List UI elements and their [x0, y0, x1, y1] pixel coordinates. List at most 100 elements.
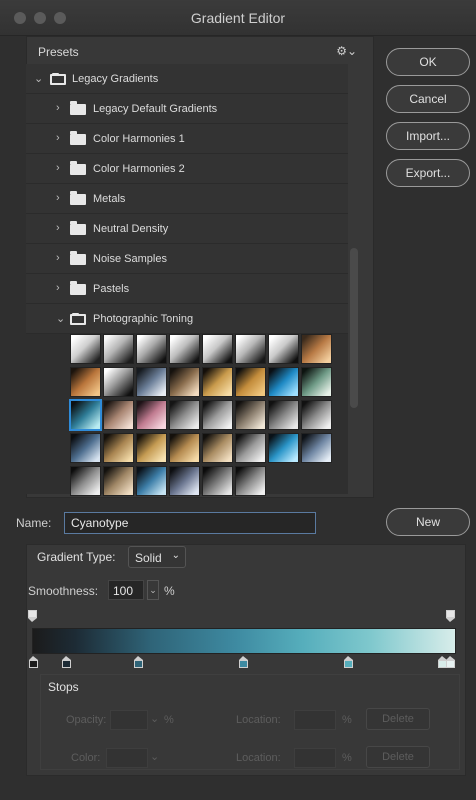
tree-row-color-harmonies-2[interactable]: › Color Harmonies 2 — [26, 154, 348, 184]
tree-row-pastels[interactable]: › Pastels — [26, 274, 348, 304]
color-location-label: Location: — [236, 752, 281, 764]
tree-row-noise-samples[interactable]: › Noise Samples — [26, 244, 348, 274]
gradient-swatch[interactable] — [202, 367, 233, 397]
gradient-swatch[interactable] — [70, 367, 101, 397]
import-button[interactable]: Import... — [386, 122, 470, 150]
color-stop[interactable] — [446, 656, 455, 668]
gradient-swatch[interactable] — [235, 466, 266, 496]
opacity-label: Opacity: — [66, 714, 107, 726]
gradient-type-label: Gradient Type: — [37, 550, 116, 564]
chevron-right-icon[interactable]: › — [56, 282, 60, 294]
opacity-unit: % — [164, 714, 174, 726]
chevron-right-icon[interactable]: › — [56, 162, 60, 174]
chevron-right-icon[interactable]: › — [56, 132, 60, 144]
gradient-swatch[interactable] — [136, 400, 167, 430]
export-button[interactable]: Export... — [386, 159, 470, 187]
tree-row-label: Noise Samples — [93, 253, 167, 265]
gear-icon[interactable]: ⚙⌄ — [336, 44, 357, 58]
color-location-input — [294, 748, 336, 768]
gradient-type-select[interactable]: Solid ⌄ — [128, 546, 186, 568]
smoothness-input[interactable]: 100 — [108, 580, 144, 600]
color-stop[interactable] — [344, 656, 353, 668]
gradient-swatch[interactable] — [169, 334, 200, 364]
gradient-swatch[interactable] — [268, 367, 299, 397]
gradient-swatch[interactable] — [268, 433, 299, 463]
folder-icon — [70, 281, 86, 295]
color-stop[interactable] — [239, 656, 248, 668]
delete-opacity-stop-button: Delete — [366, 708, 430, 730]
gradient-swatch[interactable] — [202, 400, 233, 430]
cancel-button[interactable]: Cancel — [386, 85, 470, 113]
opacity-stop-start[interactable] — [28, 610, 37, 622]
color-stop[interactable] — [62, 656, 71, 668]
folder-icon — [70, 191, 86, 205]
gradient-swatch[interactable] — [136, 334, 167, 364]
chevron-down-icon[interactable]: ⌄ — [34, 72, 43, 85]
gradient-swatch[interactable] — [103, 334, 134, 364]
tree-row-metals[interactable]: › Metals — [26, 184, 348, 214]
gradient-swatch-selected[interactable] — [69, 399, 102, 431]
gradient-swatch[interactable] — [136, 433, 167, 463]
presets-scrollbar[interactable] — [350, 248, 358, 408]
opacity-location-input — [294, 710, 336, 730]
gradient-swatch[interactable] — [202, 433, 233, 463]
chevron-right-icon[interactable]: › — [56, 222, 60, 234]
gradient-swatch[interactable] — [103, 400, 134, 430]
tree-row-legacy-gradients[interactable]: ⌄ Legacy Gradients — [26, 64, 348, 94]
delete-color-stop-button: Delete — [366, 746, 430, 768]
gradient-swatch[interactable] — [103, 367, 134, 397]
tree-row-photographic-toning[interactable]: ⌄ Photographic Toning — [26, 304, 348, 334]
tree-row-neutral-density[interactable]: › Neutral Density — [26, 214, 348, 244]
chevron-right-icon[interactable]: › — [56, 102, 60, 114]
chevron-down-icon[interactable]: ⌄ — [56, 312, 65, 325]
new-button[interactable]: New — [386, 508, 470, 536]
color-stop[interactable] — [29, 656, 38, 668]
color-stop[interactable] — [134, 656, 143, 668]
ok-button[interactable]: OK — [386, 48, 470, 76]
tree-row-color-harmonies-1[interactable]: › Color Harmonies 1 — [26, 124, 348, 154]
gradient-swatch[interactable] — [268, 400, 299, 430]
gradient-swatch[interactable] — [301, 334, 332, 364]
opacity-stop-end[interactable] — [446, 610, 455, 622]
chevron-down-icon: ⌄ — [149, 585, 157, 595]
folder-open-icon — [70, 313, 86, 325]
gradient-preview-bar[interactable] — [32, 628, 456, 654]
folder-icon — [70, 221, 86, 235]
gradient-swatch[interactable] — [235, 367, 266, 397]
tree-row-label: Color Harmonies 1 — [93, 133, 185, 145]
gradient-swatch[interactable] — [301, 400, 332, 430]
smoothness-dropdown[interactable]: ⌄ — [147, 580, 159, 600]
tree-row-legacy-default-gradients[interactable]: › Legacy Default Gradients — [26, 94, 348, 124]
chevron-right-icon[interactable]: › — [56, 192, 60, 204]
gradient-swatch[interactable] — [268, 334, 299, 364]
gradient-swatch[interactable] — [169, 433, 200, 463]
gradient-swatch[interactable] — [70, 334, 101, 364]
chevron-down-icon: ⌄ — [171, 550, 180, 561]
stops-title: Stops — [48, 680, 79, 694]
gradient-swatch[interactable] — [103, 433, 134, 463]
gradient-swatch[interactable] — [70, 466, 101, 496]
folder-icon — [70, 161, 86, 175]
gradient-swatch-grid[interactable] — [69, 334, 334, 496]
gradient-swatch[interactable] — [235, 400, 266, 430]
folder-icon — [70, 251, 86, 265]
gradient-swatch[interactable] — [301, 367, 332, 397]
gradient-swatch[interactable] — [235, 334, 266, 364]
gradient-swatch[interactable] — [136, 466, 167, 496]
color-location-unit: % — [342, 752, 352, 764]
tree-row-label: Pastels — [93, 283, 130, 295]
gradient-swatch[interactable] — [136, 367, 167, 397]
gradient-swatch[interactable] — [169, 466, 200, 496]
name-input[interactable] — [64, 512, 316, 534]
gradient-swatch[interactable] — [103, 466, 134, 496]
gradient-swatch[interactable] — [169, 400, 200, 430]
gradient-swatch[interactable] — [202, 466, 233, 496]
gradient-swatch[interactable] — [202, 334, 233, 364]
gradient-swatch[interactable] — [70, 433, 101, 463]
gradient-swatch[interactable] — [235, 433, 266, 463]
tree-row-label: Metals — [93, 193, 126, 205]
chevron-right-icon[interactable]: › — [56, 252, 60, 264]
gradient-swatch[interactable] — [169, 367, 200, 397]
gradient-swatch[interactable] — [301, 433, 332, 463]
smoothness-label: Smoothness: — [28, 584, 99, 598]
